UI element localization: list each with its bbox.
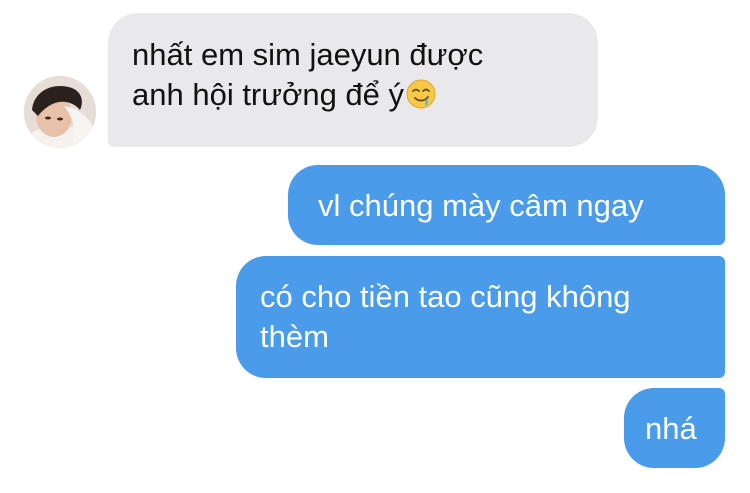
message-bubble-outgoing[interactable]: có cho tiền tao cũng không thèm xyxy=(236,256,725,378)
message-text-line: anh hội trưởng để ý xyxy=(132,75,574,115)
message-bubble-incoming[interactable]: nhất em sim jaeyun được anh hội trưởng đ… xyxy=(108,13,598,147)
message-text-line: nhất em sim jaeyun được xyxy=(132,37,484,72)
message-text: anh hội trưởng để ý xyxy=(132,77,405,112)
message-thread: nhất em sim jaeyun được anh hội trưởng đ… xyxy=(0,0,750,493)
drooling-face-emoji-icon xyxy=(406,79,436,109)
message-bubble-outgoing[interactable]: vl chúng mày câm ngay xyxy=(288,165,725,245)
message-bubble-outgoing[interactable]: nhá xyxy=(624,388,725,468)
message-text-line: có cho tiền tao cũng không xyxy=(260,279,631,314)
message-text-line: nhá xyxy=(645,411,697,446)
message-text-line: vl chúng mày câm ngay xyxy=(318,188,644,223)
message-text-line: thèm xyxy=(260,319,329,354)
avatar-photo-icon xyxy=(24,76,96,148)
contact-avatar[interactable] xyxy=(24,76,96,148)
